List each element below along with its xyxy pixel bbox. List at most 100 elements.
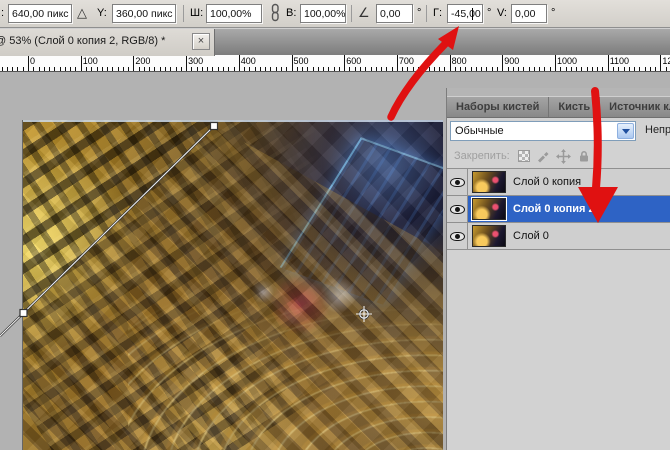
chevron-down-icon[interactable]	[617, 123, 634, 139]
close-document-button[interactable]: ×	[192, 33, 210, 50]
document-tab[interactable]: @ 53% (Слой 0 копия 2, RGB/8) * ×	[0, 29, 215, 56]
document-title: @ 53% (Слой 0 копия 2, RGB/8) *	[0, 35, 166, 47]
ruler-tick-minor	[386, 67, 388, 71]
ruler-tick-major	[291, 55, 293, 71]
layer-thumbnail[interactable]	[472, 171, 506, 193]
width-scale-field[interactable]: 100,00%	[206, 4, 262, 23]
layer-thumbnail[interactable]	[472, 225, 506, 247]
ruler-tick-minor	[360, 67, 361, 71]
height-scale-field[interactable]: 100,00%	[300, 4, 346, 23]
y-position-field[interactable]: 360,00 пикс	[112, 4, 176, 23]
ruler-tick-minor	[323, 67, 325, 71]
ruler-tick-minor	[649, 67, 651, 71]
ruler-tick-major	[28, 55, 29, 71]
ruler-tick-major	[238, 55, 240, 71]
ruler-tick-minor	[570, 67, 572, 71]
ruler-tick-minor	[286, 67, 288, 71]
visibility-toggle[interactable]	[447, 223, 468, 249]
ruler-tick-major	[660, 55, 662, 71]
ruler-tick-minor	[591, 67, 593, 71]
ruler-tick-minor	[612, 67, 614, 71]
layer-name: Слой 0 копия 2	[513, 203, 595, 215]
ruler-tick-minor	[22, 67, 24, 71]
tab-brush-presets[interactable]: Наборы кистей	[447, 97, 550, 117]
ruler-tick-minor	[175, 67, 177, 71]
ruler-tick-minor	[222, 67, 224, 71]
ruler-tick-minor	[354, 67, 356, 71]
rotation-angle-field[interactable]: 0,00	[376, 4, 413, 23]
ruler-tick-minor	[655, 67, 657, 71]
ruler-tick-minor	[128, 67, 130, 71]
document-tab-bar: @ 53% (Слой 0 копия 2, RGB/8) * ×	[0, 28, 670, 56]
ruler-tick-minor	[38, 67, 40, 71]
blend-mode-row: Обычные Непро	[447, 118, 670, 144]
ruler-tick-minor	[33, 67, 35, 71]
ruler-tick-minor	[212, 67, 214, 71]
x-position-field[interactable]: 640,00 пикс	[8, 4, 72, 23]
ruler-tick-minor	[259, 67, 261, 71]
v-skew-field[interactable]: 0,00	[511, 4, 547, 23]
ruler-tick-minor	[507, 67, 509, 71]
tab-clone-source[interactable]: Источник клонов	[600, 97, 670, 117]
visibility-toggle[interactable]	[447, 196, 468, 222]
relative-position-triangle-icon[interactable]: △	[77, 5, 87, 21]
lock-transparency-icon[interactable]	[517, 150, 530, 162]
h-skew-field[interactable]: -45,00	[447, 4, 483, 23]
ruler-tick-major	[449, 55, 451, 71]
ruler-tick-minor	[407, 67, 409, 71]
ruler-label: 500	[293, 56, 309, 66]
ruler-tick-minor	[138, 67, 140, 71]
ruler-tick-major	[555, 55, 556, 71]
ruler-label: 800	[451, 56, 467, 66]
ruler-label: 300	[188, 56, 204, 66]
h-skew-field-label: Г:	[433, 7, 443, 19]
ruler-tick-minor	[533, 67, 535, 71]
ruler-tick-minor	[665, 67, 667, 71]
lock-all-padlock-icon[interactable]	[577, 149, 591, 163]
ruler-tick-minor	[423, 67, 425, 71]
ruler-tick-minor	[112, 67, 114, 71]
ruler-tick-minor	[43, 67, 45, 71]
tab-brush[interactable]: Кисть	[549, 97, 601, 117]
ruler-tick-minor	[317, 67, 319, 71]
ruler-tick-minor	[154, 67, 156, 71]
canvas-image[interactable]	[22, 120, 443, 450]
photoshop-window: { "toolbar": { "x_label": ":", "x_value"…	[0, 0, 670, 450]
h-skew-value: -45,00	[451, 8, 481, 20]
link-dimensions-icon[interactable]	[268, 3, 282, 27]
lock-paint-brush-icon[interactable]	[536, 149, 550, 163]
ruler[interactable]: 0 100 200 300 400 500 600 700 800 900 1000 1100 1200	[0, 55, 670, 72]
ruler-tick-minor	[470, 67, 472, 71]
layer-row[interactable]: Слой 0 копия	[447, 169, 670, 196]
blend-mode-value: Обычные	[455, 125, 504, 137]
ruler-tick-minor	[634, 67, 636, 71]
transform-options-toolbar: : 640,00 пикс △ Y: 360,00 пикс Ш: 100,00…	[0, 0, 670, 28]
ruler-label: 600	[346, 56, 362, 66]
ruler-tick-minor	[201, 67, 203, 71]
lock-position-move-icon[interactable]	[555, 148, 571, 164]
ruler-tick-minor	[49, 67, 51, 71]
ruler-tick-minor	[433, 67, 435, 71]
ruler-tick-minor	[560, 67, 562, 71]
visibility-toggle[interactable]	[447, 169, 468, 195]
layer-row-selected[interactable]: Слой 0 копия 2	[447, 196, 670, 223]
layer-thumbnail[interactable]	[471, 197, 507, 221]
ruler-tick-minor	[576, 67, 578, 71]
ruler-tick-minor	[75, 67, 77, 71]
ruler-tick-minor	[17, 67, 19, 71]
panel-dock-header[interactable]	[447, 88, 670, 97]
ruler-tick-minor	[149, 67, 151, 71]
ruler-tick-major	[396, 55, 398, 71]
ruler-tick-minor	[623, 67, 625, 71]
ruler-tick-minor	[628, 67, 630, 71]
width-field-label: Ш:	[190, 7, 204, 19]
blend-mode-select[interactable]: Обычные	[450, 121, 636, 141]
ruler-label: 1100	[609, 56, 630, 66]
ruler-tick-minor	[391, 67, 393, 71]
eye-icon	[449, 177, 465, 187]
ruler-tick-minor	[85, 67, 87, 71]
ruler-tick-minor	[381, 67, 383, 71]
layer-row[interactable]: Слой 0	[447, 223, 670, 250]
ruler-tick-minor	[54, 67, 56, 71]
ruler-tick-minor	[417, 67, 419, 71]
